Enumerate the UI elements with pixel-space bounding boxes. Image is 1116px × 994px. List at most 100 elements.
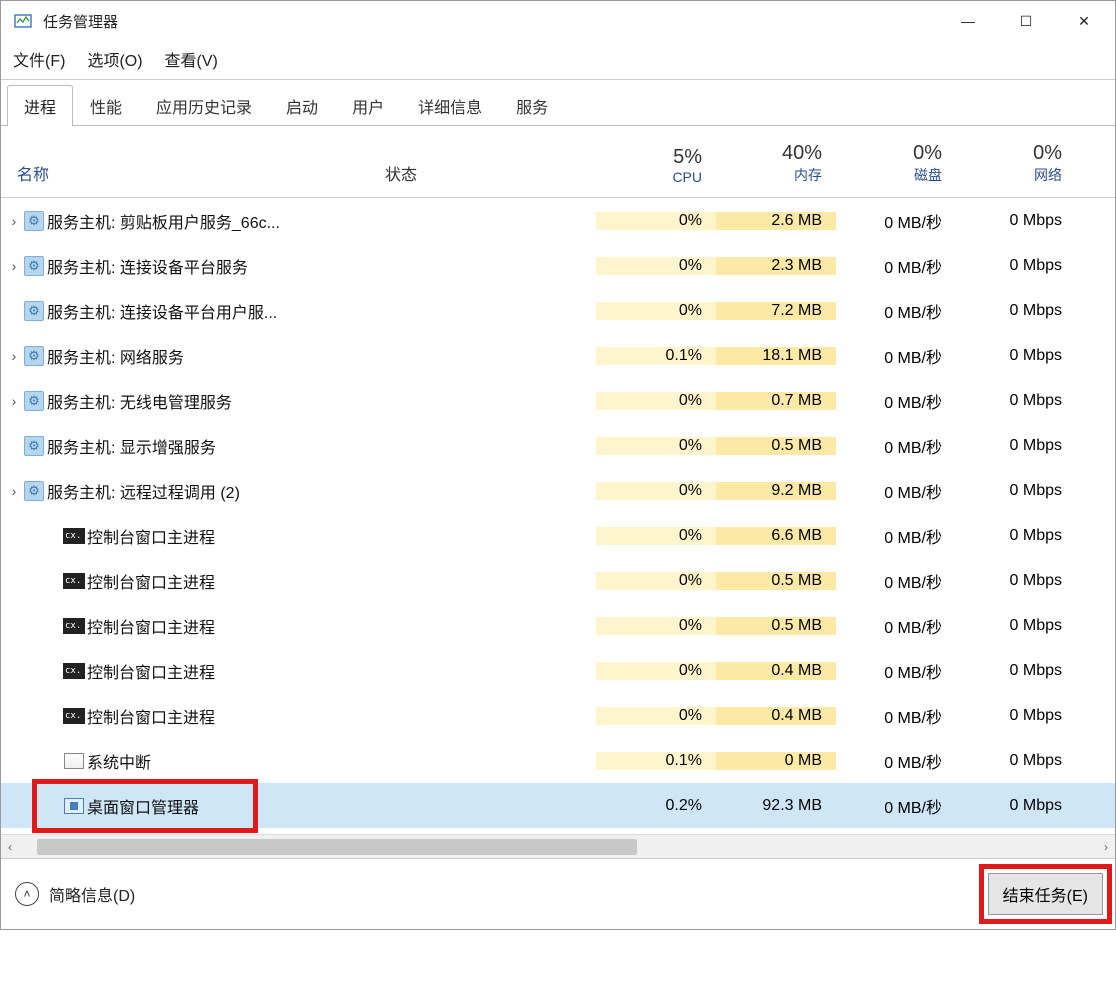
table-row[interactable]: cx. 控制台窗口主进程 0% 0.5 MB 0 MB/秒 0 Mbps: [1, 603, 1115, 648]
net-value: 0 Mbps: [956, 257, 1076, 275]
tab-performance[interactable]: 性能: [73, 85, 139, 126]
expand-toggle[interactable]: ›: [1, 393, 21, 409]
process-name: 服务主机: 网络服务: [47, 344, 381, 368]
gear-icon: ⚙: [24, 391, 44, 411]
expand-toggle[interactable]: ›: [1, 213, 21, 229]
col-cpu-header[interactable]: 5% CPU: [596, 146, 716, 197]
disk-value: 0 MB/秒: [836, 704, 956, 728]
col-mem-header[interactable]: 40% 内存: [716, 142, 836, 197]
table-row[interactable]: ⚙ 服务主机: 连接设备平台用户服... 0% 7.2 MB 0 MB/秒 0 …: [1, 288, 1115, 333]
table-row[interactable]: cx. 控制台窗口主进程 0% 6.6 MB 0 MB/秒 0 Mbps: [1, 513, 1115, 558]
col-net-header[interactable]: 0% 网络: [956, 142, 1076, 197]
net-percent: 0%: [1033, 142, 1062, 165]
app-icon: [13, 11, 33, 31]
mem-value: 7.2 MB: [716, 302, 836, 320]
net-value: 0 Mbps: [956, 662, 1076, 680]
mem-value: 0 MB: [716, 752, 836, 770]
disk-value: 0 MB/秒: [836, 254, 956, 278]
process-icon-cell: cx.: [61, 663, 87, 679]
net-value: 0 Mbps: [956, 797, 1076, 815]
minimize-button[interactable]: —: [939, 1, 997, 41]
scroll-thumb[interactable]: [37, 839, 637, 855]
horizontal-scrollbar[interactable]: ‹ ›: [1, 834, 1115, 858]
maximize-button[interactable]: ☐: [997, 1, 1055, 41]
mem-percent: 40%: [782, 142, 822, 165]
mem-value: 0.5 MB: [716, 572, 836, 590]
window-title: 任务管理器: [43, 11, 118, 32]
table-row[interactable]: › ⚙ 服务主机: 网络服务 0.1% 18.1 MB 0 MB/秒 0 Mbp…: [1, 333, 1115, 378]
table-row[interactable]: cx. 控制台窗口主进程 0% 0.5 MB 0 MB/秒 0 Mbps: [1, 558, 1115, 603]
menu-view[interactable]: 查看(V): [165, 47, 218, 71]
mem-value: 18.1 MB: [716, 347, 836, 365]
cpu-value: 0%: [596, 212, 716, 230]
close-button[interactable]: ✕: [1055, 1, 1113, 41]
menu-options[interactable]: 选项(O): [87, 47, 142, 71]
end-task-button[interactable]: 结束任务(E): [988, 873, 1103, 915]
process-icon-cell: ⚙: [21, 391, 47, 411]
mem-value: 92.3 MB: [716, 797, 836, 815]
disk-value: 0 MB/秒: [836, 569, 956, 593]
cpu-value: 0.2%: [596, 797, 716, 815]
table-row[interactable]: cx. 控制台窗口主进程 0% 0.4 MB 0 MB/秒 0 Mbps: [1, 648, 1115, 693]
disk-value: 0 MB/秒: [836, 794, 956, 818]
disk-percent: 0%: [913, 142, 942, 165]
mem-value: 2.6 MB: [716, 212, 836, 230]
tab-startup[interactable]: 启动: [269, 85, 335, 126]
process-name: 服务主机: 远程过程调用 (2): [47, 479, 381, 503]
mem-label: 内存: [794, 165, 822, 185]
process-icon-cell: ⚙: [21, 211, 47, 231]
tab-users[interactable]: 用户: [335, 85, 401, 126]
process-icon-cell: ⚙: [21, 436, 47, 456]
gear-icon: ⚙: [24, 346, 44, 366]
process-name: 服务主机: 无线电管理服务: [47, 389, 381, 413]
gear-icon: ⚙: [24, 301, 44, 321]
table-row[interactable]: cx. 控制台窗口主进程 0% 0.4 MB 0 MB/秒 0 Mbps: [1, 693, 1115, 738]
menu-file[interactable]: 文件(F): [13, 47, 65, 71]
scroll-left-arrow[interactable]: ‹: [1, 840, 19, 854]
tab-services[interactable]: 服务: [499, 85, 565, 126]
tab-processes[interactable]: 进程: [7, 85, 73, 126]
table-row[interactable]: ⚙ 服务主机: 显示增强服务 0% 0.5 MB 0 MB/秒 0 Mbps: [1, 423, 1115, 468]
cpu-value: 0%: [596, 617, 716, 635]
net-label: 网络: [1034, 165, 1062, 185]
net-value: 0 Mbps: [956, 392, 1076, 410]
process-icon-cell: cx.: [61, 573, 87, 589]
disk-value: 0 MB/秒: [836, 524, 956, 548]
table-row[interactable]: › ⚙ 服务主机: 远程过程调用 (2) 0% 9.2 MB 0 MB/秒 0 …: [1, 468, 1115, 513]
col-name-header[interactable]: 名称: [1, 161, 381, 197]
expand-toggle[interactable]: ›: [1, 483, 21, 499]
process-icon-cell: cx.: [61, 708, 87, 724]
net-value: 0 Mbps: [956, 617, 1076, 635]
process-icon-cell: cx.: [61, 528, 87, 544]
mem-value: 9.2 MB: [716, 482, 836, 500]
tab-details[interactable]: 详细信息: [401, 85, 499, 126]
net-value: 0 Mbps: [956, 212, 1076, 230]
disk-label: 磁盘: [914, 165, 942, 185]
cpu-value: 0%: [596, 302, 716, 320]
disk-value: 0 MB/秒: [836, 209, 956, 233]
net-value: 0 Mbps: [956, 482, 1076, 500]
gear-icon: ⚙: [24, 436, 44, 456]
footer: ˄ 简略信息(D) 结束任务(E): [1, 858, 1115, 929]
expand-toggle[interactable]: ›: [1, 258, 21, 274]
gear-icon: ⚙: [24, 481, 44, 501]
expand-toggle[interactable]: ›: [1, 348, 21, 364]
table-row[interactable]: › ⚙ 服务主机: 连接设备平台服务 0% 2.3 MB 0 MB/秒 0 Mb…: [1, 243, 1115, 288]
table-row[interactable]: 系统中断 0.1% 0 MB 0 MB/秒 0 Mbps: [1, 738, 1115, 783]
process-icon-cell: ⚙: [21, 481, 47, 501]
tab-bar: 进程 性能 应用历史记录 启动 用户 详细信息 服务: [1, 80, 1115, 126]
fewer-details-button[interactable]: ˄ 简略信息(D): [15, 882, 135, 906]
column-header-row: 名称 状态 5% CPU 40% 内存 0% 磁盘 0% 网络: [1, 126, 1115, 198]
table-row[interactable]: › ⚙ 服务主机: 无线电管理服务 0% 0.7 MB 0 MB/秒 0 Mbp…: [1, 378, 1115, 423]
table-row[interactable]: 桌面窗口管理器 0.2% 92.3 MB 0 MB/秒 0 Mbps: [1, 783, 1115, 828]
col-status-header[interactable]: 状态: [381, 161, 596, 197]
process-table[interactable]: › ⚙ 服务主机: 剪贴板用户服务_66c... 0% 2.6 MB 0 MB/…: [1, 198, 1115, 834]
tab-app-history[interactable]: 应用历史记录: [139, 85, 269, 126]
scroll-right-arrow[interactable]: ›: [1097, 840, 1115, 854]
table-row[interactable]: › ⚙ 服务主机: 剪贴板用户服务_66c... 0% 2.6 MB 0 MB/…: [1, 198, 1115, 243]
col-disk-header[interactable]: 0% 磁盘: [836, 142, 956, 197]
cpu-value: 0%: [596, 662, 716, 680]
net-value: 0 Mbps: [956, 437, 1076, 455]
process-name: 控制台窗口主进程: [87, 569, 381, 593]
disk-value: 0 MB/秒: [836, 299, 956, 323]
